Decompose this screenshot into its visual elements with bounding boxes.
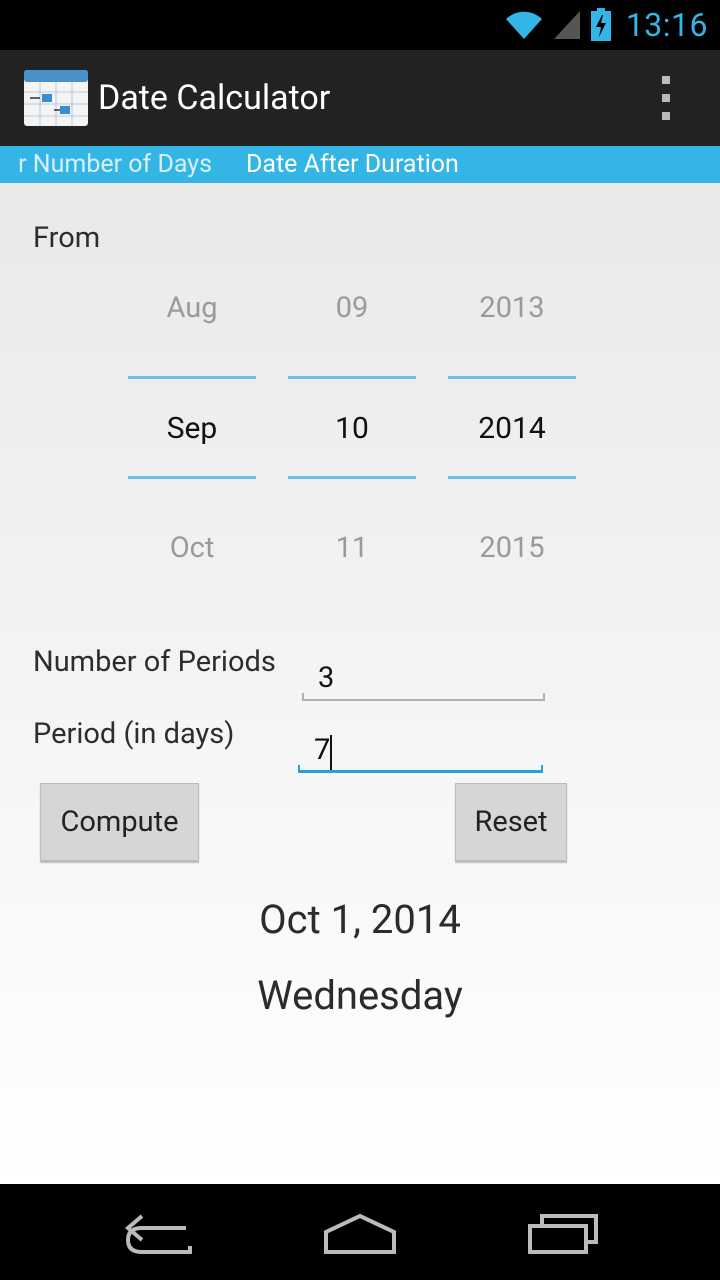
- year-prev[interactable]: 2013: [448, 291, 576, 325]
- tab-date-after-duration[interactable]: Date After Duration: [246, 150, 459, 179]
- month-picker[interactable]: Aug Sep Oct: [128, 183, 256, 603]
- signal-icon: [553, 11, 580, 39]
- period-days-value: 7: [314, 733, 331, 767]
- result-date: Oct 1, 2014: [259, 896, 461, 943]
- year-selected[interactable]: 2014: [448, 411, 576, 446]
- year-divider-bottom: [448, 476, 576, 479]
- action-bar: Date Calculator: [0, 50, 720, 146]
- navigation-bar: [0, 1184, 720, 1280]
- period-days-label: Period (in days): [33, 717, 235, 751]
- back-icon[interactable]: [120, 1208, 200, 1256]
- tab-strip: r Number of Days Date After Duration: [0, 146, 720, 183]
- status-bar: 13:16: [0, 0, 720, 50]
- periods-value: 3: [318, 661, 335, 695]
- day-next[interactable]: 11: [288, 531, 416, 565]
- day-divider-bottom: [288, 476, 416, 479]
- period-days-input[interactable]: 7: [298, 729, 543, 773]
- overflow-menu-icon[interactable]: [658, 76, 674, 120]
- recent-apps-icon[interactable]: [524, 1208, 604, 1256]
- app-title: Date Calculator: [98, 78, 331, 118]
- home-icon[interactable]: [320, 1208, 400, 1256]
- year-next[interactable]: 2015: [448, 531, 576, 565]
- compute-button[interactable]: Compute: [40, 783, 199, 861]
- result-weekday: Wednesday: [257, 972, 463, 1019]
- day-prev[interactable]: 09: [288, 291, 416, 325]
- battery-charging-icon: [590, 8, 611, 41]
- main-content: From Aug Sep Oct 09 10 11 2013 2014 2015…: [0, 183, 720, 1184]
- year-picker[interactable]: 2013 2014 2015: [448, 183, 576, 603]
- reset-button[interactable]: Reset: [455, 783, 567, 861]
- year-divider-top: [448, 376, 576, 379]
- app-calendar-icon[interactable]: [24, 70, 88, 126]
- periods-label: Number of Periods: [33, 645, 276, 679]
- month-next[interactable]: Oct: [128, 531, 256, 565]
- day-selected[interactable]: 10: [288, 411, 416, 446]
- month-selected[interactable]: Sep: [128, 411, 256, 446]
- status-clock: 13:16: [625, 6, 708, 44]
- month-prev[interactable]: Aug: [128, 291, 256, 325]
- from-label: From: [33, 221, 101, 255]
- month-divider-bottom: [128, 476, 256, 479]
- day-picker[interactable]: 09 10 11: [288, 183, 416, 603]
- day-divider-top: [288, 376, 416, 379]
- periods-input[interactable]: 3: [302, 657, 545, 701]
- tab-number-of-days[interactable]: r Number of Days: [18, 150, 212, 179]
- status-icons: 13:16: [504, 0, 708, 50]
- month-divider-top: [128, 376, 256, 379]
- wifi-icon: [505, 11, 542, 39]
